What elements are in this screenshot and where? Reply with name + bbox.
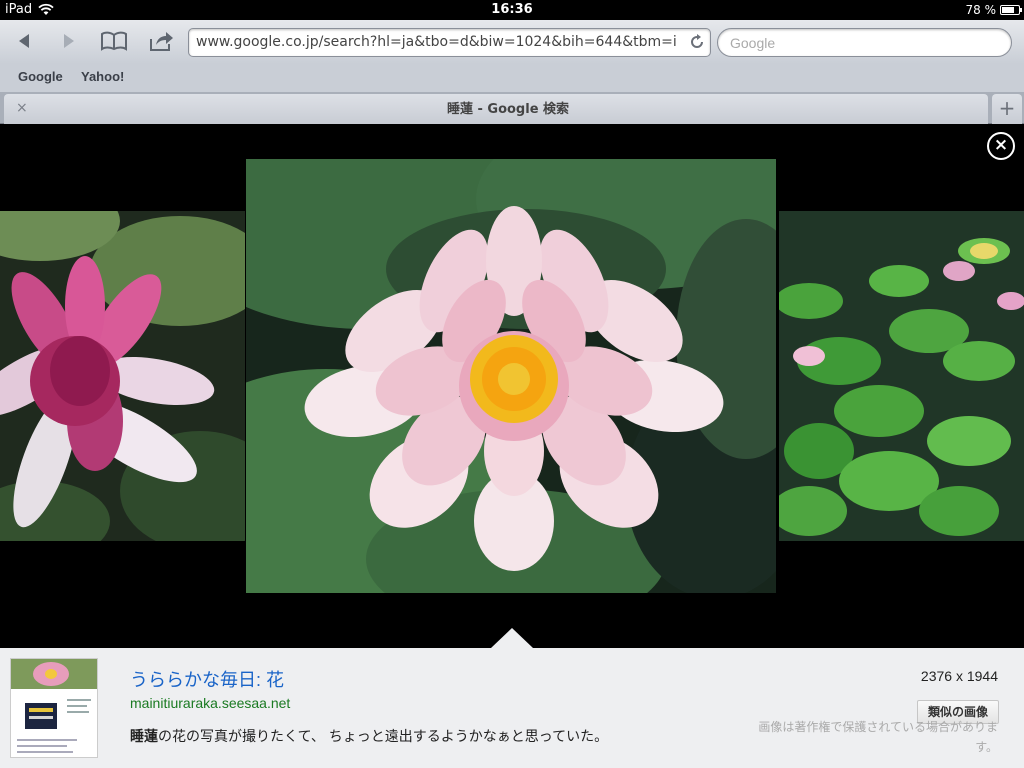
tab-bar: × 睡蓮 - Google 検索 + [0,92,1024,124]
source-page-thumbnail[interactable] [10,658,98,758]
selection-pointer [491,628,533,648]
image-viewer: × [0,124,1024,648]
clock: 16:36 [491,2,533,17]
result-description-keyword: 睡蓮 [130,728,158,744]
bookmark-yahoo[interactable]: Yahoo! [81,69,124,84]
url-text[interactable]: www.google.co.jp/search?hl=ja&tbo=d&biw=… [196,29,676,56]
result-title-link[interactable]: うららかな毎日: 花 [130,666,284,692]
result-description: 睡蓮の花の写真が撮りたくて、 ちょっと遠出するようかなぁと思っていた。 [130,726,608,746]
back-button[interactable] [10,28,38,54]
next-image[interactable] [779,211,1024,541]
share-button[interactable] [146,28,176,54]
battery-icon [1000,5,1022,15]
forward-button[interactable] [55,28,83,54]
tab-title: 睡蓮 - Google 検索 [446,102,570,117]
main-image[interactable] [246,159,776,593]
address-bar[interactable]: www.google.co.jp/search?hl=ja&tbo=d&biw=… [188,28,711,57]
search-input[interactable] [730,33,1000,53]
back-arrow-icon [19,34,29,48]
reload-icon[interactable] [689,34,705,50]
result-url-link[interactable]: mainitiuraraka.seesaa.net [130,695,290,711]
browser-toolbar: www.google.co.jp/search?hl=ja&tbo=d&biw=… [0,20,1024,64]
battery-percentage: 78 % [965,3,997,17]
image-info-panel: うららかな毎日: 花 mainitiuraraka.seesaa.net 睡蓮の… [0,648,1024,768]
forward-arrow-icon [64,34,74,48]
close-viewer-button[interactable]: × [987,132,1015,160]
new-tab-button[interactable]: + [992,94,1022,124]
bookmarks-button[interactable] [99,28,129,54]
share-arrow-icon [150,32,173,51]
bookmark-google[interactable]: Google [18,69,63,84]
status-bar: iPad 16:36 78 % [0,0,1024,20]
search-field[interactable] [717,28,1012,57]
image-dimensions: 2376 x 1944 [920,668,998,684]
open-book-icon [101,31,127,51]
previous-image[interactable] [0,211,245,541]
copyright-notice: 画像は著作権で保護されている場合があります。 [758,720,998,754]
result-description-text: の花の写真が撮りたくて、 ちょっと遠出するようかなぁと思っていた。 [158,728,609,744]
bookmarks-bar: Google Yahoo! [0,64,1024,92]
